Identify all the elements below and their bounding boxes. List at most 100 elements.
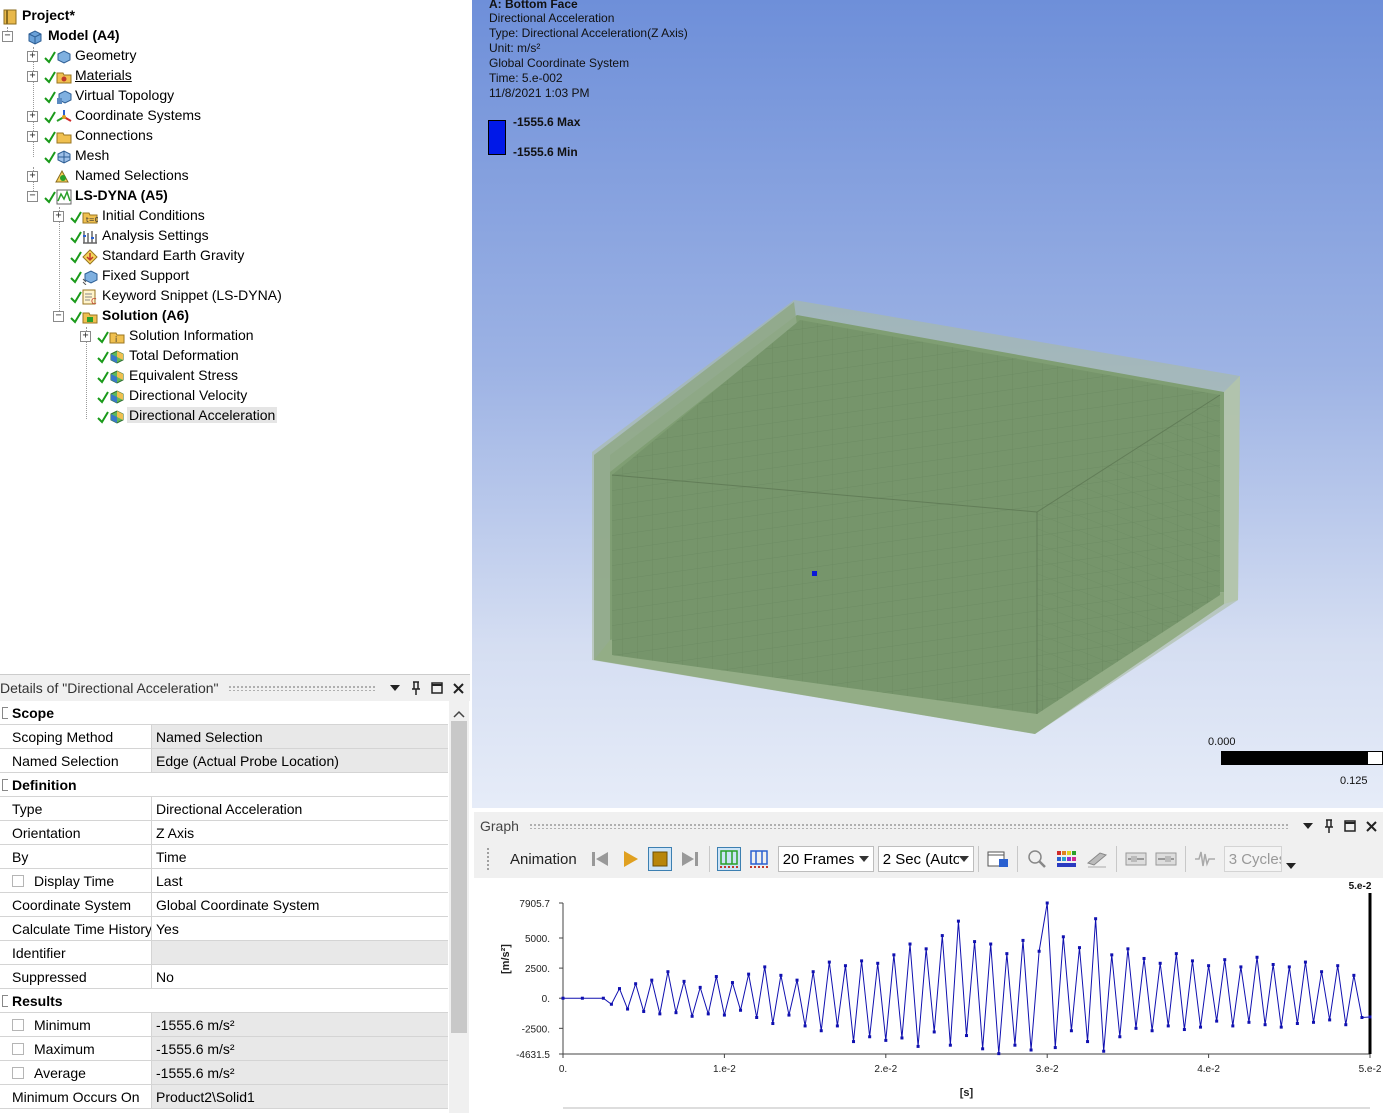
distributed-frames-icon[interactable] <box>716 847 741 871</box>
details-row-named-selection[interactable]: Named Selection Edge (Actual Probe Locat… <box>0 749 448 773</box>
parameter-checkbox[interactable] <box>12 1018 24 1031</box>
dropdown-icon[interactable] <box>1299 817 1317 835</box>
expand-toggle[interactable]: + <box>27 71 38 82</box>
row-value[interactable]: No <box>152 965 448 988</box>
y-tick-label: -2500. <box>522 1024 550 1035</box>
pin-icon[interactable] <box>407 679 425 697</box>
data-point <box>698 985 702 989</box>
cycles-icon[interactable] <box>1193 847 1217 871</box>
parameter-checkbox[interactable] <box>12 1066 24 1079</box>
details-row-calculate-time-history[interactable]: Calculate Time History Yes <box>0 917 448 941</box>
scroll-up-icon[interactable] <box>453 705 465 721</box>
check-icon <box>97 390 109 406</box>
data-point <box>739 1008 743 1012</box>
zoom-icon[interactable] <box>1025 847 1049 871</box>
chart-settings-icon[interactable] <box>1154 847 1178 871</box>
check-icon <box>97 370 109 386</box>
row-value[interactable]: Yes <box>152 917 448 940</box>
frames-select[interactable]: 20 Frames <box>777 846 874 872</box>
expand-toggle[interactable]: + <box>53 211 64 222</box>
tree-item-label: Geometry <box>75 47 137 63</box>
section-results[interactable]: Results <box>0 989 448 1013</box>
parameter-checkbox[interactable] <box>12 1042 24 1055</box>
details-row-minimum[interactable]: Minimum -1555.6 m/s² <box>0 1013 448 1037</box>
details-row-scoping-method[interactable]: Scoping Method Named Selection <box>0 725 448 749</box>
fixed-support-icon <box>82 269 98 286</box>
chart-options-icon[interactable] <box>1124 847 1148 871</box>
data-point <box>1158 961 1162 965</box>
row-value[interactable]: Edge (Actual Probe Location) <box>152 749 448 772</box>
duration-select[interactable]: 2 Sec (Auto) <box>877 846 974 872</box>
details-row-minimum-occurs-on[interactable]: Minimum Occurs On Product2\Solid1 <box>0 1085 448 1109</box>
maximize-icon[interactable] <box>428 679 446 697</box>
last-frame-icon[interactable] <box>678 847 702 871</box>
row-value[interactable]: Global Coordinate System <box>152 893 448 916</box>
details-scrollbar[interactable] <box>449 701 469 1113</box>
collapse-toggle[interactable]: − <box>2 31 13 42</box>
details-row-average[interactable]: Average -1555.6 m/s² <box>0 1061 448 1085</box>
details-row-suppressed[interactable]: Suppressed No <box>0 965 448 989</box>
row-value[interactable]: Directional Acceleration <box>152 797 448 820</box>
expand-toggle[interactable]: + <box>27 51 38 62</box>
stop-icon[interactable] <box>647 847 672 871</box>
check-icon <box>70 310 82 326</box>
data-point <box>1021 938 1025 942</box>
play-icon[interactable] <box>618 847 642 871</box>
expand-toggle[interactable]: + <box>27 171 38 182</box>
row-value[interactable]: Named Selection <box>152 725 448 748</box>
maximize-icon[interactable] <box>1341 817 1359 835</box>
scrollbar-thumb[interactable] <box>451 721 467 1033</box>
data-point <box>916 1044 920 1048</box>
data-point <box>819 1029 823 1033</box>
details-row-identifier[interactable]: Identifier <box>0 941 448 965</box>
data-point <box>900 1036 904 1040</box>
result-sets-icon[interactable] <box>747 847 771 871</box>
parameter-checkbox[interactable] <box>12 874 24 887</box>
probe-tool-icon[interactable] <box>1085 847 1109 871</box>
row-value[interactable]: Last <box>152 869 448 892</box>
row-value[interactable] <box>152 941 448 964</box>
expand-toggle[interactable]: + <box>27 111 38 122</box>
geometry-icon <box>56 49 72 65</box>
time-history-chart[interactable]: 7905.7 5000. 2500. 0. -2500. -4631.5 0. 1.e-2 2.… <box>474 878 1383 1112</box>
section-definition[interactable]: Definition <box>0 773 448 797</box>
overflow-chevron-icon[interactable] <box>1285 856 1296 872</box>
row-value[interactable]: Z Axis <box>152 821 448 844</box>
row-value[interactable]: Time <box>152 845 448 868</box>
expand-toggle[interactable]: + <box>80 331 91 342</box>
first-frame-icon[interactable] <box>588 847 612 871</box>
close-icon[interactable] <box>449 679 467 697</box>
details-row-by[interactable]: By Time <box>0 845 448 869</box>
data-point <box>771 1022 775 1026</box>
data-point <box>1336 964 1340 968</box>
section-scope[interactable]: Scope <box>0 701 448 725</box>
collapse-toggle[interactable]: − <box>27 191 38 202</box>
cycles-select[interactable]: 3 Cycles <box>1223 846 1282 872</box>
data-point <box>1061 935 1065 939</box>
graphics-viewport[interactable]: A: Bottom Face Directional Acceleration … <box>472 0 1383 808</box>
row-value: Product2\Solid1 <box>152 1085 448 1108</box>
pin-icon[interactable] <box>1320 817 1338 835</box>
expand-toggle[interactable]: + <box>27 131 38 142</box>
graph-titlebar: Graph <box>474 812 1383 840</box>
data-point <box>609 1002 613 1006</box>
row-label: Average <box>34 1064 86 1081</box>
details-row-orientation[interactable]: Orientation Z Axis <box>0 821 448 845</box>
collapse-toggle[interactable]: − <box>53 311 64 322</box>
details-row-type[interactable]: Type Directional Acceleration <box>0 797 448 821</box>
details-row-maximum[interactable]: Maximum -1555.6 m/s² <box>0 1037 448 1061</box>
titlebar-grip <box>528 823 1289 829</box>
export-video-icon[interactable] <box>986 847 1010 871</box>
dropdown-icon[interactable] <box>386 679 404 697</box>
legend-colors-icon[interactable] <box>1055 847 1079 871</box>
chevron-down-icon <box>858 856 869 862</box>
close-icon[interactable] <box>1362 817 1380 835</box>
data-point <box>940 934 944 938</box>
details-row-coordinate-system[interactable]: Coordinate System Global Coordinate Syst… <box>0 893 448 917</box>
check-icon <box>70 290 82 306</box>
data-point <box>795 978 799 982</box>
virtual-topology-icon <box>56 89 72 105</box>
details-row-display-time[interactable]: Display Time Last <box>0 869 448 893</box>
details-title: Details of "Directional Acceleration" <box>0 680 219 696</box>
data-point <box>1134 1026 1138 1030</box>
